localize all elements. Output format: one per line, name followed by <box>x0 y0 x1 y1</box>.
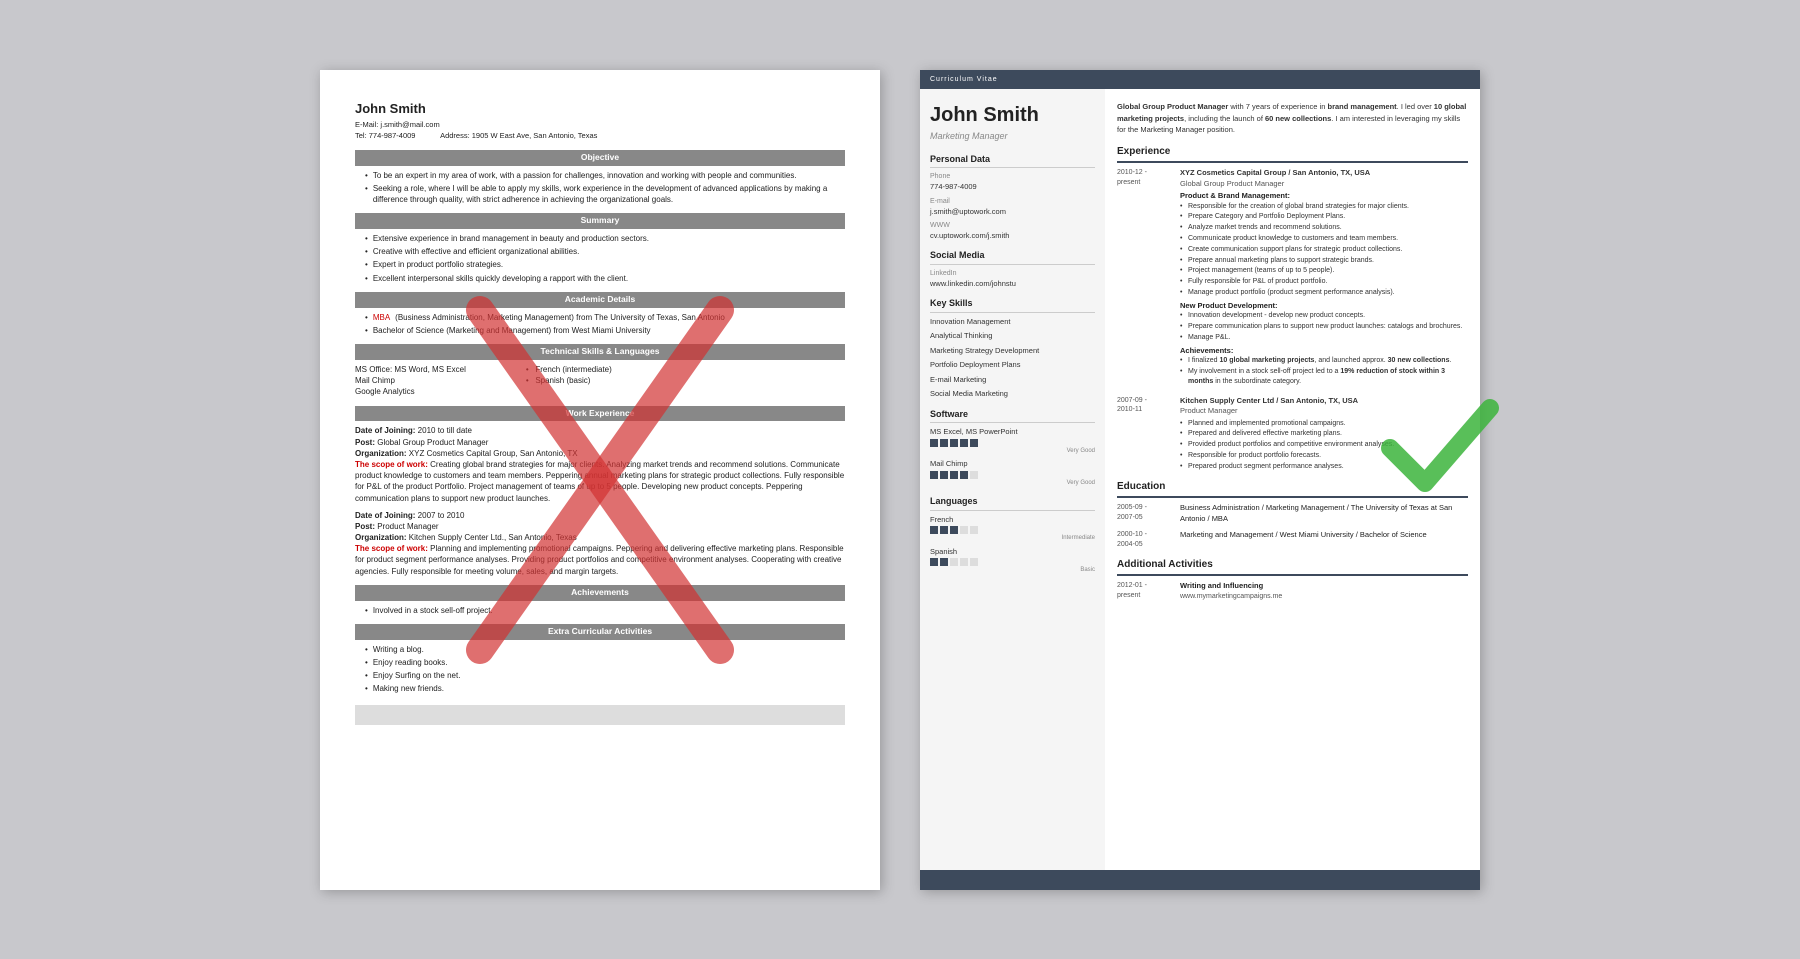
technical-title: Technical Skills & Languages <box>355 344 845 360</box>
achievements-title: Achievements <box>355 585 845 601</box>
email-label: E-mail <box>930 197 1095 207</box>
lang-french: French Intermediate <box>930 515 1095 543</box>
extra-bullet-4: Making new friends. <box>355 683 845 694</box>
phone-value: 774-987-4009 <box>930 182 1095 193</box>
academic-bullet-1: MBA (Business Administration, Marketing … <box>355 312 845 323</box>
lang-spanish: Spanish Basic <box>930 547 1095 575</box>
objective-title: Objective <box>355 150 845 166</box>
activity-entry-1: 2012-01 -present Writing and Influencing… <box>1117 581 1468 601</box>
work-entry-1: Date of Joining: 2010 to till date Post:… <box>355 425 845 503</box>
summary-bullet-3: Expert in product portfolio strategies. <box>355 259 845 270</box>
linkedin-label: LinkedIn <box>930 269 1095 279</box>
languages-list: French Intermediate Spanish <box>930 515 1095 575</box>
extra-bullet-3: Enjoy Surfing on the net. <box>355 670 845 681</box>
software-excel: MS Excel, MS PowerPoint Very Good <box>930 427 1095 455</box>
cv-body: John Smith Marketing Manager Personal Da… <box>920 89 1480 869</box>
left-name: John Smith <box>355 100 845 118</box>
cv-label: Curriculum Vitae <box>930 76 998 83</box>
summary-bullet-4: Excellent interpersonal skills quickly d… <box>355 273 845 284</box>
edu-entry-2: 2000-10 -2004-05 Marketing and Managemen… <box>1117 530 1468 550</box>
objective-bullet-1: To be an expert in my area of work, with… <box>355 170 845 181</box>
edu-entry-1: 2005-09 -2007-05 Business Administration… <box>1117 503 1468 524</box>
cv-left-col: John Smith Marketing Manager Personal Da… <box>920 89 1105 869</box>
tech-skills-row: MS Office: MS Word, MS Excel Mail Chimp … <box>355 364 845 398</box>
excel-bar <box>930 439 1095 447</box>
www-value: cv.uptowork.com/j.smith <box>930 231 1095 242</box>
linkedin-value: www.linkedin.com/johnstu <box>930 279 1095 290</box>
skill-analytical: Analytical Thinking <box>930 331 1095 342</box>
left-tel-address: Tel: 774-987-4009 Address: 1905 W East A… <box>355 131 845 142</box>
skill-social-media: Social Media Marketing <box>930 389 1095 400</box>
languages-title: Languages <box>930 495 1095 511</box>
skill-innovation: Innovation Management <box>930 317 1095 328</box>
software-mailchimp: Mail Chimp Very Good <box>930 459 1095 487</box>
summary-bullet-1: Extensive experience in brand management… <box>355 233 845 244</box>
cv-right-col: Global Group Product Manager with 7 year… <box>1105 89 1480 869</box>
extra-bullet-2: Enjoy reading books. <box>355 657 845 668</box>
cv-bottom-bar <box>920 870 1480 890</box>
objective-bullet-2: Seeking a role, where I will be able to … <box>355 183 845 205</box>
bad-resume: John Smith E-Mail: j.smith@mail.com Tel:… <box>320 70 880 890</box>
academic-title: Academic Details <box>355 292 845 308</box>
mailchimp-bar <box>930 471 1095 479</box>
education-title: Education <box>1117 480 1468 498</box>
skills-title: Key Skills <box>930 297 1095 313</box>
skills-list: Innovation Management Analytical Thinkin… <box>930 317 1095 400</box>
exp-entry-2: 2007-09 -2010-11 Kitchen Supply Center L… <box>1117 396 1468 473</box>
work-entry-2: Date of Joining: 2007 to 2010 Post: Prod… <box>355 510 845 577</box>
main-container: John Smith E-Mail: j.smith@mail.com Tel:… <box>280 30 1520 930</box>
cv-header-bar: Curriculum Vitae <box>920 70 1480 90</box>
phone-label: Phone <box>930 172 1095 182</box>
social-title: Social Media <box>930 249 1095 265</box>
tech-left: MS Office: MS Word, MS Excel Mail Chimp … <box>355 364 466 398</box>
exp-entry-1: 2010-12 -present XYZ Cosmetics Capital G… <box>1117 168 1468 387</box>
right-title: Marketing Manager <box>930 130 1095 143</box>
software-list: MS Excel, MS PowerPoint Very Good Mail C… <box>930 427 1095 487</box>
extra-title: Extra Curricular Activities <box>355 624 845 640</box>
bottom-bar-left <box>355 705 845 725</box>
achievements-bullet: Involved in a stock sell-off project. <box>355 605 845 616</box>
extra-bullet-1: Writing a blog. <box>355 644 845 655</box>
intro-text: Global Group Product Manager with 7 year… <box>1117 101 1468 135</box>
lang-right: • French (intermediate) • Spanish (basic… <box>526 364 612 398</box>
good-resume: Curriculum Vitae John Smith Marketing Ma… <box>920 70 1480 890</box>
software-title: Software <box>930 408 1095 424</box>
www-label: WWW <box>930 221 1095 231</box>
summary-title: Summary <box>355 213 845 229</box>
skill-portfolio: Portfolio Deployment Plans <box>930 360 1095 371</box>
exp-date-1: 2010-12 -present <box>1117 168 1172 387</box>
email-value: j.smith@uptowork.com <box>930 207 1095 218</box>
work-title: Work Experience <box>355 406 845 422</box>
experience-title: Experience <box>1117 145 1468 163</box>
skill-email-marketing: E-mail Marketing <box>930 375 1095 386</box>
exp-date-2: 2007-09 -2010-11 <box>1117 396 1172 473</box>
academic-bullet-2: Bachelor of Science (Marketing and Manag… <box>355 325 845 336</box>
left-email: E-Mail: j.smith@mail.com <box>355 120 845 131</box>
skill-marketing-strategy: Marketing Strategy Development <box>930 346 1095 357</box>
activities-title: Additional Activities <box>1117 558 1468 576</box>
summary-bullet-2: Creative with effective and efficient or… <box>355 246 845 257</box>
right-name: John Smith <box>930 101 1095 129</box>
personal-data-title: Personal Data <box>930 153 1095 169</box>
